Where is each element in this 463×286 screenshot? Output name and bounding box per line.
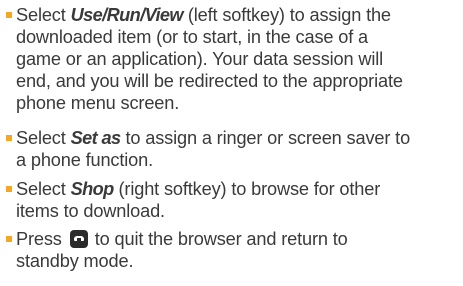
softkey-label: Use/Run/View xyxy=(70,5,184,25)
softkey-label: Shop xyxy=(70,179,115,199)
text-line: Select Shop (right softkey) to browse fo… xyxy=(16,178,463,200)
list-item-text: Select Use/Run/View (left softkey) to as… xyxy=(16,4,463,114)
text-segment: to quit the browser and return to xyxy=(94,229,348,249)
text-segment: Select xyxy=(16,5,71,25)
end-key-icon xyxy=(69,230,88,248)
bullet-marker xyxy=(6,12,12,18)
text-line: Select Use/Run/View (left softkey) to as… xyxy=(16,4,463,26)
text-segment: Select xyxy=(16,179,71,199)
list-item-text: Press to quit the browser and return to s… xyxy=(16,228,463,272)
text-line: Press to quit the browser and return to xyxy=(16,228,463,250)
text-segment: Press xyxy=(16,229,62,249)
text-line: game or an application). Your data sessi… xyxy=(16,49,384,69)
text-line: phone menu screen. xyxy=(16,93,180,113)
text-line: items to download. xyxy=(16,201,165,221)
text-line: Select Set as to assign a ringer or scre… xyxy=(16,127,463,149)
list-item-text: Select Set as to assign a ringer or scre… xyxy=(16,127,463,171)
list-item-text: Select Shop (right softkey) to browse fo… xyxy=(16,178,463,222)
text-line: downloaded item (or to start, in the cas… xyxy=(16,27,368,47)
text-segment: to assign a ringer or screen saver to xyxy=(120,128,411,148)
text-line: standby mode. xyxy=(16,251,134,271)
text-segment: Select xyxy=(16,128,71,148)
text-line: end, and you will be redirected to the a… xyxy=(16,71,403,91)
text-line: a phone function. xyxy=(16,150,154,170)
text-segment: (left softkey) to assign the xyxy=(182,5,391,25)
menu-option-label: Set as xyxy=(70,128,122,148)
bullet-marker xyxy=(6,135,12,141)
text-segment: (right softkey) to browse for other xyxy=(113,179,381,199)
bullet-marker xyxy=(6,236,12,242)
bullet-marker xyxy=(6,186,12,192)
handset-glyph xyxy=(73,236,84,242)
